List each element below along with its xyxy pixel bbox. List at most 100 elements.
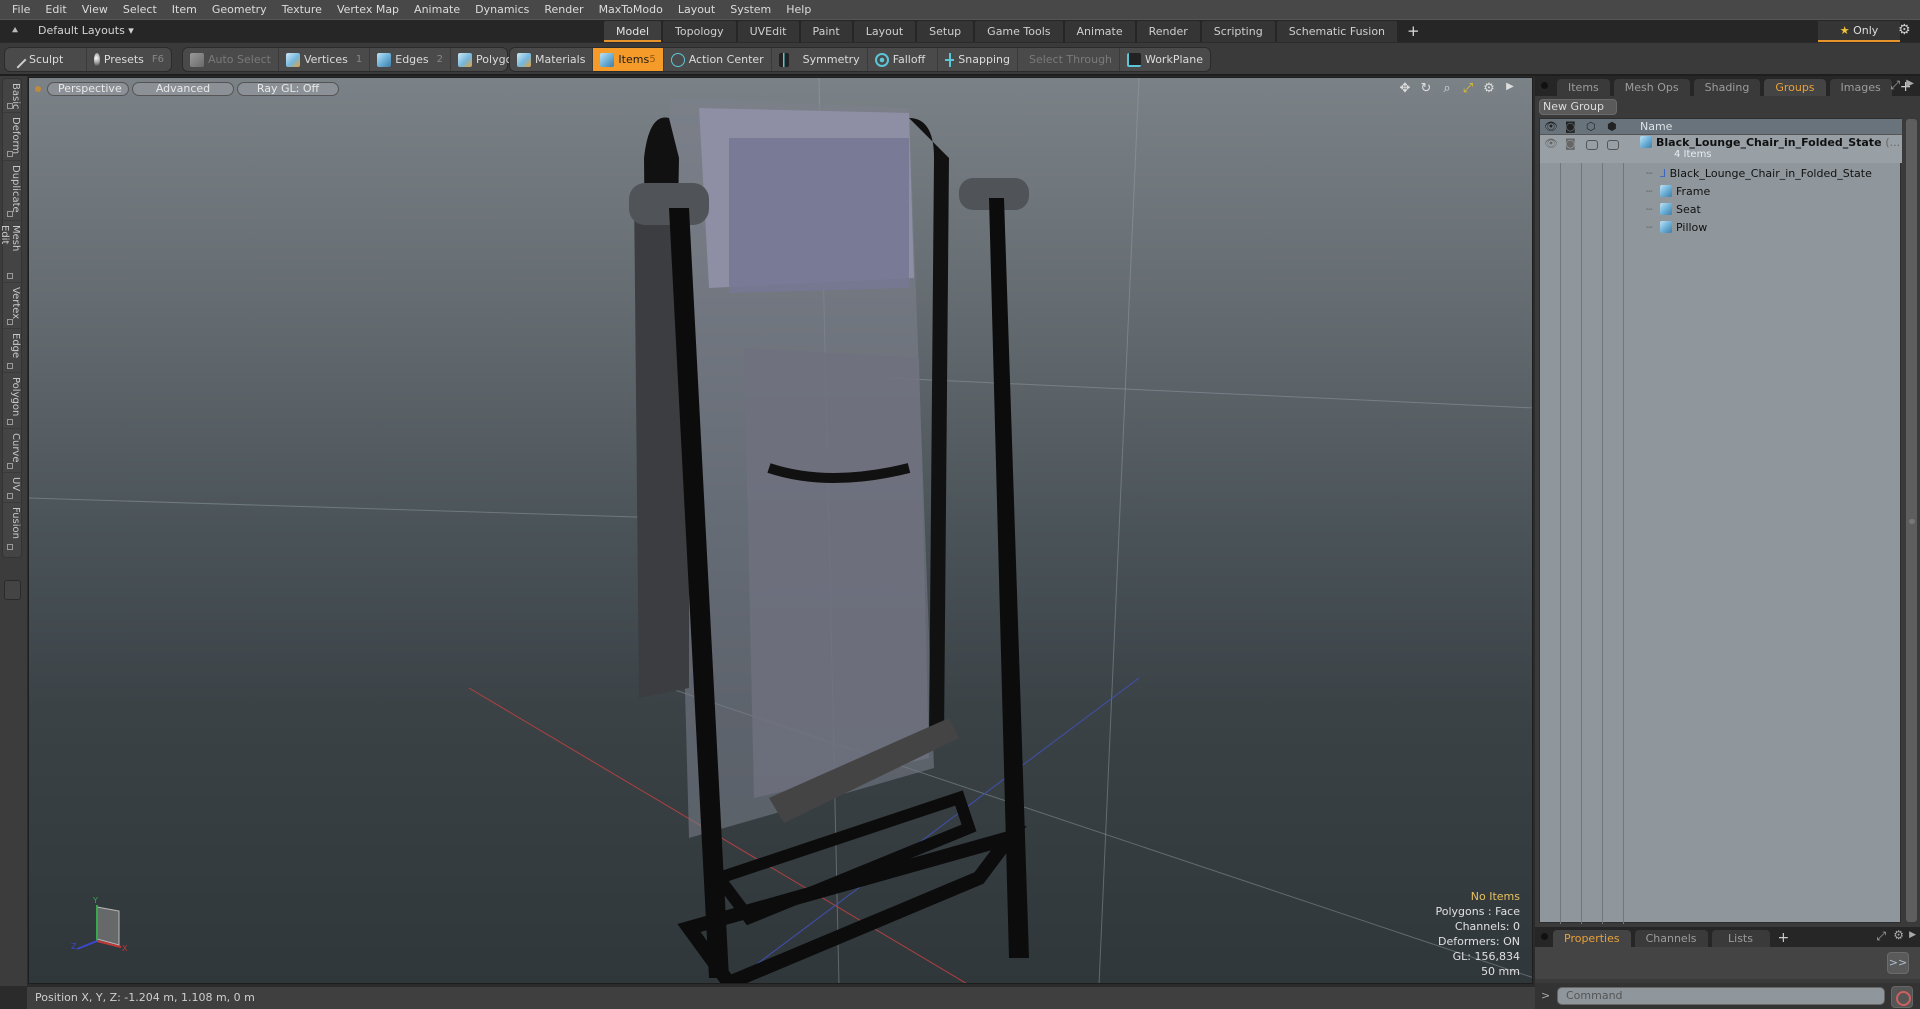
render-column-icon[interactable]: ◙	[1565, 120, 1576, 133]
menu-geometry[interactable]: Geometry	[206, 0, 276, 19]
viewport-more-icon[interactable]: ▶	[1502, 81, 1518, 96]
auto-select-button[interactable]: Auto Select	[183, 48, 279, 71]
menu-maxtomodo[interactable]: MaxToModo	[593, 0, 672, 19]
panel-more-icon[interactable]: ▶	[1906, 78, 1914, 89]
raygl-button[interactable]: Ray GL: Off	[237, 82, 339, 96]
menu-vertex-map[interactable]: Vertex Map	[331, 0, 408, 19]
menu-item[interactable]: Item	[166, 0, 206, 19]
properties-gear-icon[interactable]: ⚙	[1893, 928, 1904, 942]
tab-channels[interactable]: Channels	[1634, 930, 1708, 947]
falloff-button[interactable]: Falloff	[868, 48, 938, 71]
tab-images[interactable]: Images	[1829, 79, 1892, 96]
tab-schematic-fusion[interactable]: Schematic Fusion	[1276, 21, 1398, 42]
view-mode-button[interactable]: Perspective	[47, 82, 129, 96]
left-extra-button[interactable]	[4, 580, 21, 600]
vtab-vertex[interactable]: Vertex	[3, 283, 21, 329]
tab-setup[interactable]: Setup	[917, 21, 974, 42]
lock-toggle[interactable]	[1586, 140, 1598, 150]
vtab-polygon[interactable]: Polygon	[3, 373, 21, 429]
record-macro-button[interactable]	[1891, 986, 1913, 1008]
visibility-toggle-icon[interactable]: 👁	[1544, 135, 1558, 153]
vtab-uv[interactable]: UV	[3, 473, 21, 503]
action-center-button[interactable]: Action Center	[664, 48, 772, 71]
vtab-edge[interactable]: Edge	[3, 329, 21, 373]
layout-arrow-icon[interactable]: ⯅	[8, 24, 22, 38]
layout-select[interactable]: Default Layouts ▾	[38, 23, 134, 39]
tree-row[interactable]: ┄ Pillow	[1540, 219, 1902, 237]
menu-system[interactable]: System	[724, 0, 780, 19]
menu-dynamics[interactable]: Dynamics	[469, 0, 538, 19]
sculpt-button[interactable]: Sculpt	[5, 48, 87, 71]
vtab-duplicate[interactable]: Duplicate	[3, 161, 21, 221]
render-toggle-icon[interactable]: ◙	[1565, 135, 1576, 153]
add-tab-button[interactable]: +	[1399, 21, 1428, 43]
menu-help[interactable]: Help	[780, 0, 820, 19]
menu-select[interactable]: Select	[117, 0, 166, 19]
select-column-icon[interactable]: ⬢	[1607, 120, 1617, 133]
scroll-grip[interactable]	[1909, 519, 1915, 524]
select-toggle[interactable]	[1607, 140, 1619, 150]
tab-model[interactable]: Model	[604, 21, 662, 42]
tab-uvedit[interactable]: UVEdit	[737, 21, 799, 42]
zoom-icon[interactable]: ⌕	[1439, 81, 1455, 96]
tab-topology[interactable]: Topology	[663, 21, 736, 42]
tab-paint[interactable]: Paint	[800, 21, 852, 42]
vtab-deform[interactable]: Deform	[3, 113, 21, 161]
edges-button[interactable]: Edges 2	[370, 48, 452, 71]
groups-scrollbar[interactable]	[1905, 118, 1918, 923]
tab-items[interactable]: Items	[1557, 79, 1610, 96]
properties-more-icon[interactable]: ▶	[1909, 930, 1916, 940]
properties-expand-button[interactable]: >>	[1887, 952, 1909, 974]
tree-row-group[interactable]: 👁 ◙ Black_Lounge_Chair_in_Folded_State (…	[1540, 135, 1902, 163]
name-column-header[interactable]: Name	[1640, 120, 1672, 133]
materials-button[interactable]: Materials	[510, 48, 594, 71]
menu-view[interactable]: View	[76, 0, 117, 19]
vertices-button[interactable]: Vertices 1	[279, 48, 371, 71]
viewport-menu-dot[interactable]	[35, 86, 41, 92]
tree-row[interactable]: ┄ ⅃ Black_Lounge_Chair_in_Folded_State	[1540, 165, 1902, 183]
tree-row[interactable]: ┄ Seat	[1540, 201, 1902, 219]
snapping-button[interactable]: Snapping	[938, 48, 1018, 71]
pan-icon[interactable]: ✥	[1397, 81, 1413, 96]
tab-scripting[interactable]: Scripting	[1201, 21, 1275, 42]
lock-column-icon[interactable]: ⬡	[1586, 120, 1596, 133]
tab-animate[interactable]: Animate	[1064, 21, 1135, 42]
add-properties-tab-button[interactable]: +	[1774, 930, 1794, 947]
properties-menu-dot[interactable]	[1541, 933, 1548, 940]
select-through-button[interactable]: Select Through	[1018, 48, 1120, 71]
items-button[interactable]: Items 5	[593, 48, 664, 71]
gear-icon[interactable]: ⚙	[1898, 22, 1911, 38]
tab-groups[interactable]: Groups	[1764, 79, 1826, 96]
vtab-curve[interactable]: Curve	[3, 429, 21, 473]
maximize-icon[interactable]: ⤢	[1460, 81, 1476, 96]
symmetry-button[interactable]: Symmetry	[772, 48, 868, 71]
menu-texture[interactable]: Texture	[276, 0, 331, 19]
command-input[interactable]: Command	[1557, 987, 1885, 1005]
menu-layout[interactable]: Layout	[672, 0, 724, 19]
tab-render[interactable]: Render	[1136, 21, 1200, 42]
panel-expand-icon[interactable]: ⤢	[1890, 78, 1900, 93]
tab-lists[interactable]: Lists	[1711, 930, 1770, 947]
workplane-button[interactable]: WorkPlane	[1120, 48, 1210, 71]
tab-shading[interactable]: Shading	[1693, 79, 1761, 96]
properties-expand-icon[interactable]: ⤢	[1876, 929, 1886, 944]
new-group-button[interactable]: New Group	[1539, 99, 1617, 115]
3d-viewport[interactable]: Perspective Advanced Ray GL: Off ✥ ↻ ⌕ ⤢…	[28, 77, 1533, 984]
menu-file[interactable]: File	[6, 0, 39, 19]
rotate-icon[interactable]: ↻	[1418, 81, 1434, 96]
only-button[interactable]: ★ Only	[1818, 21, 1900, 42]
tree-row[interactable]: ┄ Frame	[1540, 183, 1902, 201]
menu-animate[interactable]: Animate	[408, 0, 469, 19]
viewport-gear-icon[interactable]: ⚙	[1481, 81, 1497, 96]
vtab-fusion[interactable]: Fusion	[3, 503, 21, 553]
visibility-column-icon[interactable]: 👁	[1544, 120, 1558, 133]
tab-game-tools[interactable]: Game Tools	[975, 21, 1063, 42]
presets-button[interactable]: Presets F6	[87, 48, 171, 71]
menu-edit[interactable]: Edit	[39, 0, 75, 19]
vtab-basic[interactable]: Basic	[3, 79, 21, 113]
shading-mode-button[interactable]: Advanced	[132, 82, 234, 96]
menu-render[interactable]: Render	[538, 0, 592, 19]
vtab-mesh-edit[interactable]: Mesh Edit	[0, 221, 21, 283]
tab-layout[interactable]: Layout	[853, 21, 916, 42]
tab-properties[interactable]: Properties	[1553, 930, 1631, 947]
